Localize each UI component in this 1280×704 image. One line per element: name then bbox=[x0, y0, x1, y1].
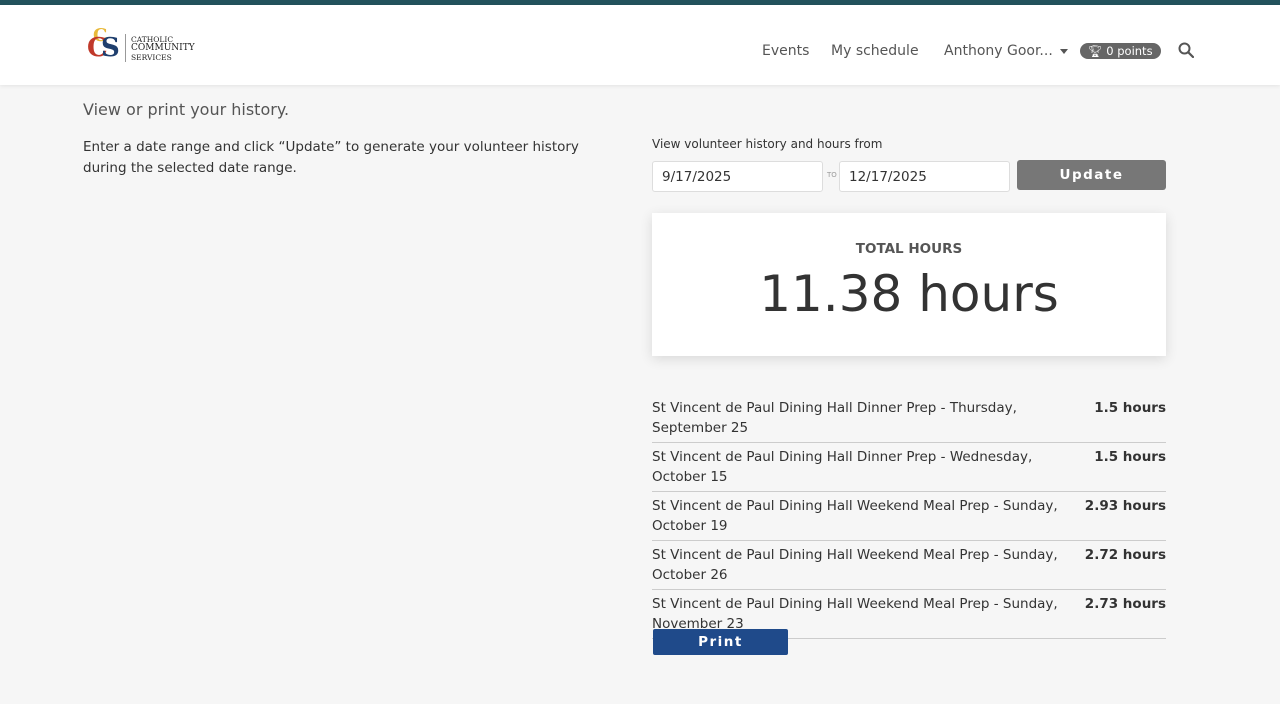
header: CCS CATHOLIC COMMUNITY SERVICES Events M… bbox=[0, 5, 1280, 85]
trophy-icon: 🏆︎ bbox=[1088, 44, 1107, 58]
ccs-logo-mark: CCS bbox=[87, 25, 120, 63]
history-row: St Vincent de Paul Dining Hall Weekend M… bbox=[652, 545, 1166, 590]
to-label: TO bbox=[827, 171, 837, 179]
total-hours-value: 11.38 hours bbox=[759, 265, 1059, 323]
logo-text: CATHOLIC COMMUNITY SERVICES bbox=[131, 35, 195, 62]
print-button[interactable]: Print bbox=[653, 629, 788, 655]
user-menu[interactable]: Anthony Goor... bbox=[944, 43, 1068, 59]
page-title: View or print your history. bbox=[83, 100, 290, 119]
intro-text: Enter a date range and click “Update” to… bbox=[83, 139, 579, 176]
points-label: 0 points bbox=[1106, 44, 1153, 58]
user-name: Anthony Goor... bbox=[944, 43, 1053, 59]
search-icon[interactable] bbox=[1178, 42, 1194, 58]
history-row: St Vincent de Paul Dining Hall Dinner Pr… bbox=[652, 398, 1166, 443]
event-name: St Vincent de Paul Dining Hall Weekend M… bbox=[652, 547, 1058, 583]
nav-my-schedule[interactable]: My schedule bbox=[831, 43, 919, 59]
event-hours: 1.5 hours bbox=[1094, 449, 1166, 465]
date-range-label: View volunteer history and hours from bbox=[652, 137, 883, 151]
chevron-down-icon bbox=[1059, 48, 1068, 54]
date-range-form: TO Update bbox=[652, 160, 1166, 192]
logo-line: SERVICES bbox=[131, 52, 172, 62]
event-name: St Vincent de Paul Dining Hall Dinner Pr… bbox=[652, 400, 1017, 436]
update-button[interactable]: Update bbox=[1017, 160, 1166, 190]
nav-events[interactable]: Events bbox=[762, 43, 809, 59]
logo[interactable]: CCS CATHOLIC COMMUNITY SERVICES bbox=[87, 25, 195, 65]
from-date-input[interactable] bbox=[652, 161, 823, 192]
history-row: St Vincent de Paul Dining Hall Weekend M… bbox=[652, 496, 1166, 541]
event-name: St Vincent de Paul Dining Hall Weekend M… bbox=[652, 596, 1058, 632]
event-name: St Vincent de Paul Dining Hall Weekend M… bbox=[652, 498, 1058, 534]
event-name: St Vincent de Paul Dining Hall Dinner Pr… bbox=[652, 449, 1033, 485]
event-hours: 2.93 hours bbox=[1084, 498, 1166, 514]
history-row: St Vincent de Paul Dining Hall Dinner Pr… bbox=[652, 447, 1166, 492]
event-hours: 1.5 hours bbox=[1094, 400, 1166, 416]
total-hours-label: TOTAL HOURS bbox=[855, 241, 963, 257]
logo-divider bbox=[125, 34, 126, 62]
event-hours: 2.73 hours bbox=[1084, 596, 1166, 612]
event-hours: 2.72 hours bbox=[1084, 547, 1166, 563]
logo-line: COMMUNITY bbox=[131, 42, 195, 53]
points-badge[interactable]: 🏆︎ 0 points bbox=[1080, 43, 1161, 59]
total-hours-card: TOTAL HOURS 11.38 hours bbox=[652, 213, 1166, 356]
to-date-input[interactable] bbox=[839, 161, 1010, 192]
history-list: St Vincent de Paul Dining Hall Dinner Pr… bbox=[652, 398, 1166, 643]
